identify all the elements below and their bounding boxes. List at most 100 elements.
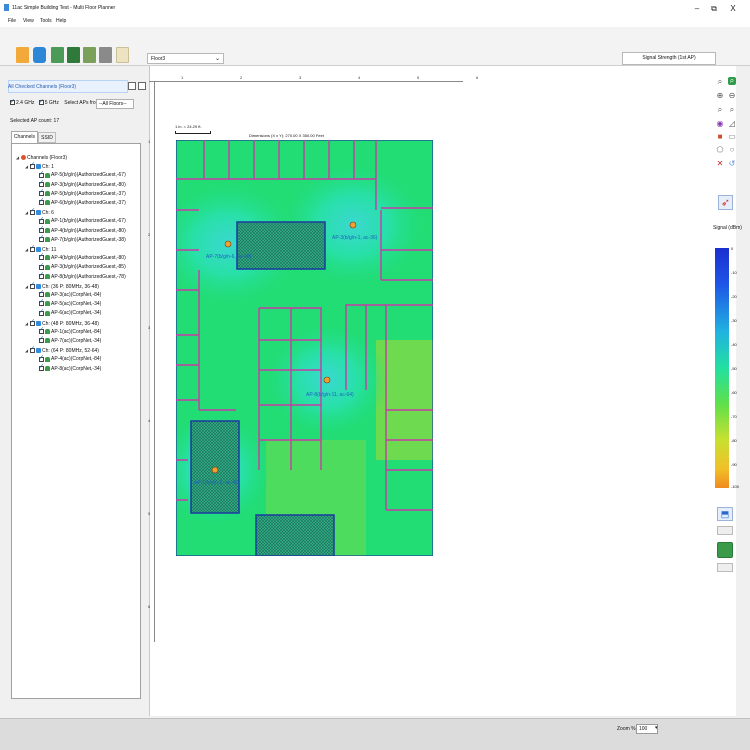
- tree-channel-item[interactable]: ◢Ch: 1: [25, 162, 54, 170]
- tree-checkbox[interactable]: [39, 364, 44, 371]
- tree-ap-item[interactable]: AP-8(b/g/n)(AuthorizedGuest,-78): [34, 272, 126, 281]
- ap-3-icon: [349, 221, 357, 229]
- floors-icon[interactable]: [67, 47, 80, 63]
- tree-checkbox[interactable]: [39, 336, 44, 344]
- band-24-checkbox[interactable]: [10, 98, 15, 106]
- edit-icon[interactable]: [83, 47, 96, 63]
- tree-ap-item[interactable]: AP-4(b/g/n)(AuthorizedGuest,-80): [34, 226, 126, 235]
- tree-ap-item[interactable]: AP-3(b/g/n)(AuthorizedGuest,-85): [34, 263, 126, 271]
- tree-ap-item[interactable]: AP-5(b/g/n)(AuthorizedGuest,-37): [34, 189, 126, 198]
- delete-item-icon[interactable]: ■: [716, 133, 724, 141]
- tree-checkbox[interactable]: [39, 235, 44, 242]
- tree-ap-item[interactable]: AP-8(ac)(CorpNet,-34): [34, 364, 101, 373]
- menu-help[interactable]: Help: [56, 18, 66, 24]
- tree-ap-item[interactable]: AP-7(ac)(CorpNet,-34): [34, 336, 101, 345]
- print-icon[interactable]: [99, 47, 112, 63]
- menu-view[interactable]: View: [23, 18, 34, 24]
- tree-checkbox[interactable]: [39, 299, 44, 307]
- tree-checkbox[interactable]: [30, 208, 35, 216]
- tree-ap-item[interactable]: AP-4(b/g/n)(AuthorizedGuest,-80): [34, 253, 126, 262]
- tree-ap-item[interactable]: AP-6(b/g/n)(AuthorizedGuest,-37): [34, 198, 126, 207]
- pan-icon[interactable]: ⌕: [728, 106, 736, 114]
- access-point-icon: [45, 181, 50, 187]
- export-icon[interactable]: ⬒: [717, 507, 733, 521]
- menu-file[interactable]: File: [8, 18, 16, 24]
- tree-checkbox[interactable]: [39, 327, 44, 334]
- legend-tick: -10: [731, 270, 737, 275]
- tree-ap-item[interactable]: AP-4(ac)(CorpNet,-84): [34, 355, 101, 363]
- tree-checkbox[interactable]: [39, 198, 44, 206]
- tree-checkbox[interactable]: [39, 189, 44, 196]
- tree-checkbox[interactable]: [30, 319, 35, 326]
- tree-checkbox[interactable]: [39, 290, 44, 298]
- tree-checkbox[interactable]: [30, 346, 35, 354]
- floor-select[interactable]: Floor3 ⌄: [147, 53, 224, 64]
- zoom-fit-icon[interactable]: ⌕: [716, 78, 724, 86]
- tree-checkbox[interactable]: [39, 263, 44, 270]
- clipboard-icon[interactable]: [116, 47, 129, 63]
- legend-tick: 0: [731, 246, 734, 251]
- undo-icon[interactable]: ↺: [728, 160, 736, 168]
- floor-plan-heatmap[interactable]: AP-7(b/g/n-6, ac-48) AP-3(b/g/n-1, ac-36…: [176, 140, 433, 556]
- access-point-icon: [45, 218, 50, 224]
- draw-line-icon[interactable]: ◿: [728, 120, 736, 128]
- menu-tools[interactable]: Tools: [40, 18, 52, 24]
- tree-checkbox[interactable]: [39, 217, 44, 224]
- minimize-button[interactable]: –: [690, 2, 704, 15]
- polygon-icon[interactable]: ⬠: [716, 146, 724, 154]
- open-folder-icon[interactable]: [16, 47, 29, 63]
- rectangle-icon[interactable]: ▭: [728, 133, 736, 141]
- ap-filter-select[interactable]: --All Floors--: [96, 99, 134, 109]
- tree-channel-item[interactable]: ◢Ch: (64 P: 80MHz, 52-64): [25, 346, 99, 354]
- tree-checkbox[interactable]: [39, 171, 44, 178]
- tree-ap-item[interactable]: AP-6(ac)(CorpNet,-34): [34, 309, 101, 317]
- tree-checkbox[interactable]: [39, 309, 44, 316]
- collapse-icon[interactable]: [128, 82, 136, 90]
- access-point-icon: [45, 273, 50, 279]
- close-button[interactable]: X: [726, 2, 740, 15]
- tab-ssid[interactable]: SSID: [38, 132, 56, 143]
- tree-channel-item[interactable]: ◢Ch: (48 P: 80MHz, 36-48): [25, 319, 99, 327]
- vertical-ruler: 1 2 3 4 5 6: [148, 82, 155, 642]
- tree-ap-item[interactable]: AP-1(b/g/n)(AuthorizedGuest,-67): [34, 217, 126, 225]
- tree-ap-item[interactable]: AP-1(ac)(CorpNet,-84): [34, 327, 101, 336]
- zoom-out-icon[interactable]: ⊖: [728, 92, 736, 100]
- zoom-stepper-icon[interactable]: ▾: [655, 725, 658, 731]
- tree-checkbox[interactable]: [30, 282, 35, 289]
- tree-checkbox[interactable]: [39, 180, 44, 187]
- building-icon[interactable]: [51, 47, 64, 63]
- tree-channel-item[interactable]: ◢Ch: (36 P: 80MHz, 36-48): [25, 282, 99, 290]
- tree-checkbox[interactable]: [39, 253, 44, 261]
- tree-ap-item[interactable]: AP-5(b/g/n)(AuthorizedGuest,-67): [34, 171, 126, 179]
- tree-root-item[interactable]: ◢ Channels (Floor3): [16, 154, 67, 161]
- zoom-selected-icon[interactable]: ⌕: [728, 77, 736, 85]
- tree-checkbox[interactable]: [39, 355, 44, 362]
- signal-select[interactable]: Signal Strength (1st AP): [622, 52, 716, 65]
- pin-icon[interactable]: [138, 82, 146, 90]
- tree-checkbox[interactable]: [30, 162, 35, 170]
- restore-button[interactable]: ⧉: [707, 2, 721, 15]
- signal-settings-icon[interactable]: ➶: [718, 195, 733, 210]
- tree-ap-item[interactable]: AP-3(b/g/n)(AuthorizedGuest,-80): [34, 180, 126, 189]
- blank-tool-button[interactable]: [717, 526, 733, 535]
- tree-checkbox[interactable]: [39, 272, 44, 279]
- apply-button[interactable]: [717, 542, 733, 558]
- access-point-icon: [45, 264, 50, 270]
- tree-ap-item[interactable]: AP-3(ac)(CorpNet,-84): [34, 290, 101, 299]
- tree-channel-item[interactable]: ◢Ch: 6: [25, 208, 54, 216]
- tree-ap-item[interactable]: AP-7(b/g/n)(AuthorizedGuest,-38): [34, 235, 126, 244]
- tree-channel-item[interactable]: ◢Ch: 11: [25, 245, 56, 253]
- zoom-region-icon[interactable]: ⌕: [716, 106, 724, 114]
- close-icon[interactable]: ✕: [716, 160, 724, 168]
- tree-checkbox[interactable]: [30, 245, 35, 253]
- tree-checkbox[interactable]: [39, 226, 44, 233]
- tree-ap-item[interactable]: AP-5(ac)(CorpNet,-34): [34, 299, 101, 308]
- save-icon[interactable]: [33, 47, 46, 63]
- blank-tool-button[interactable]: [717, 563, 733, 572]
- tab-channels[interactable]: Channels: [11, 131, 38, 143]
- band-5-checkbox[interactable]: [38, 98, 44, 106]
- zoom-in-icon[interactable]: ⊕: [716, 92, 724, 100]
- circle-icon[interactable]: ○: [728, 146, 736, 154]
- floor-select-value: Floor3: [151, 56, 166, 62]
- measure-icon[interactable]: ◉: [716, 120, 724, 128]
